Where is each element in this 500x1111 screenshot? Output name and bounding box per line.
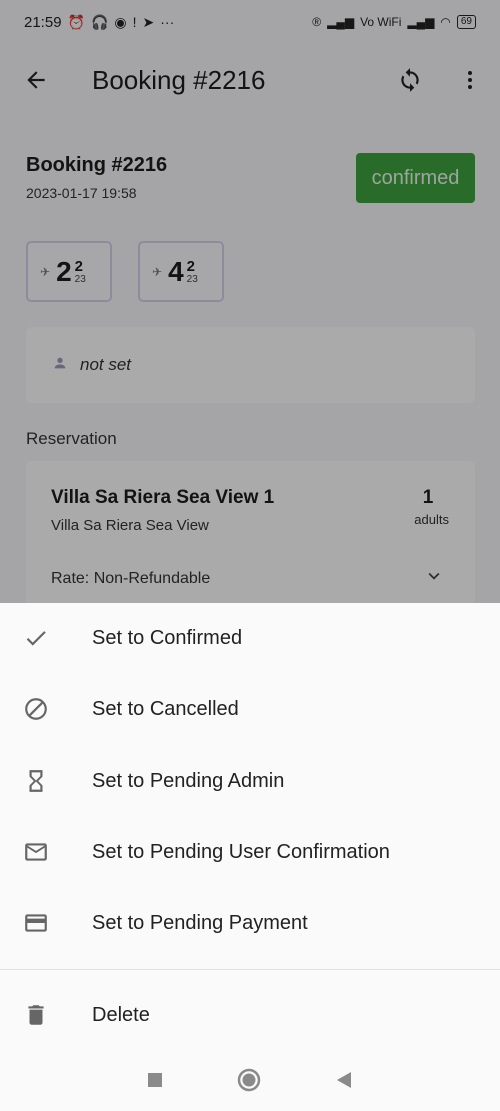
delete-item[interactable]: Delete (0, 980, 500, 1050)
menu-item-label: Set to Cancelled (92, 697, 239, 720)
set-pending-user-confirmation-item[interactable]: Set to Pending User Confirmation (0, 817, 500, 887)
check-icon (0, 625, 72, 651)
sheet-divider (0, 969, 500, 970)
block-icon (0, 696, 72, 722)
system-back-button[interactable] (334, 1070, 354, 1095)
set-confirmed-item[interactable]: Set to Confirmed (0, 603, 500, 673)
menu-item-label: Set to Pending Payment (92, 911, 308, 934)
menu-item-label: Delete (92, 1003, 150, 1026)
menu-item-label: Set to Confirmed (92, 626, 243, 649)
set-pending-admin-item[interactable]: Set to Pending Admin (0, 746, 500, 816)
status-action-sheet: Set to Confirmed Set to Cancelled Set to… (0, 603, 500, 1053)
hourglass-icon (0, 768, 72, 794)
square-icon (148, 1072, 162, 1087)
modal-scrim[interactable] (0, 0, 500, 603)
menu-item-label: Set to Pending User Confirmation (92, 840, 390, 863)
circle-icon (237, 1068, 261, 1091)
mail-icon (0, 839, 72, 865)
system-nav-bar (0, 1053, 500, 1111)
triangle-back-icon (337, 1071, 351, 1088)
recents-button[interactable] (146, 1071, 164, 1094)
trash-icon (0, 1002, 72, 1028)
menu-item-label: Set to Pending Admin (92, 769, 285, 792)
set-pending-payment-item[interactable]: Set to Pending Payment (0, 888, 500, 958)
set-cancelled-item[interactable]: Set to Cancelled (0, 674, 500, 744)
credit-card-icon (0, 910, 72, 936)
home-button[interactable] (236, 1067, 262, 1098)
